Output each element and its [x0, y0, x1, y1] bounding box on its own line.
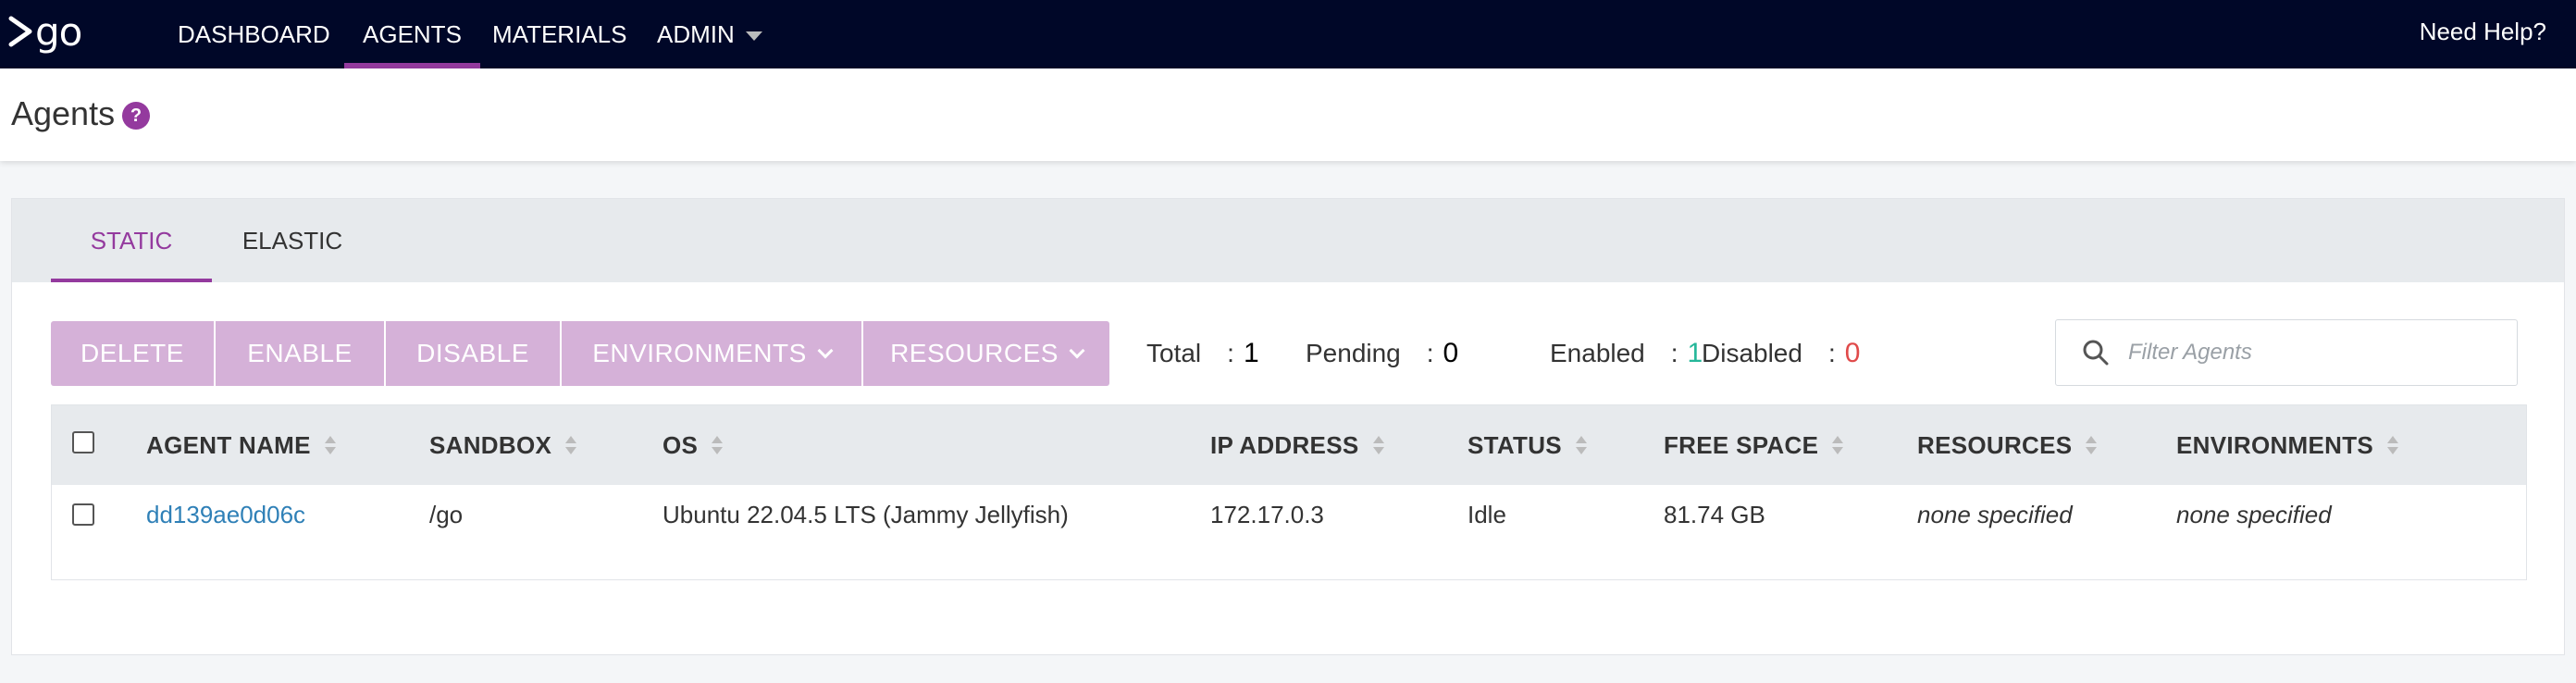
help-question-icon[interactable]: ? — [122, 102, 150, 130]
total-label: Total — [1146, 339, 1202, 367]
total-value: 1 — [1243, 338, 1259, 368]
play-logo-icon — [8, 16, 32, 47]
chevron-down-icon — [1069, 342, 1085, 359]
pending-separator: : — [1426, 339, 1434, 367]
enabled-separator: : — [1670, 339, 1678, 367]
table-header: AGENT NAME SANDBOX OS IP ADDRESS STATUS … — [52, 405, 2526, 485]
environments-button-label: ENVIRONMENTS — [592, 339, 807, 367]
nav-materials-label: MATERIALS — [492, 19, 627, 48]
environments-cell: none specified — [2176, 500, 2332, 528]
os-cell: Ubuntu 22.04.5 LTS (Jammy Jellyfish) — [663, 500, 1069, 528]
resources-dropdown-button[interactable]: RESOURCES — [863, 321, 1109, 386]
filter-agents-input[interactable] — [2128, 329, 2498, 376]
disabled-separator: : — [1827, 339, 1836, 367]
resources-cell: none specified — [1917, 500, 2073, 528]
page-title: Agents — [11, 94, 116, 132]
row-select-checkbox[interactable] — [72, 503, 94, 526]
tab-bar: STATIC ELASTIC — [12, 199, 2564, 282]
enabled-count: Enabled : 1 — [1550, 321, 1703, 386]
tab-elastic-label: ELASTIC — [242, 226, 343, 255]
nav-materials[interactable]: MATERIALS — [492, 0, 626, 68]
chevron-down-icon — [817, 342, 834, 359]
caret-down-icon — [745, 31, 762, 41]
select-all-checkbox[interactable] — [72, 431, 94, 453]
free-space-cell: 81.74 GB — [1664, 500, 1765, 528]
disabled-value: 0 — [1844, 338, 1861, 368]
sort-icon — [1575, 436, 1587, 454]
col-agent-name[interactable]: AGENT NAME — [146, 405, 337, 485]
col-resources-label: RESOURCES — [1917, 430, 2073, 459]
col-environments[interactable]: ENVIRONMENTS — [2176, 405, 2399, 485]
nav-admin[interactable]: ADMIN — [657, 0, 762, 68]
nav-admin-label: ADMIN — [657, 19, 735, 48]
col-ip-address[interactable]: IP ADDRESS — [1210, 405, 1385, 485]
disabled-label: Disabled — [1702, 339, 1802, 367]
sort-icon — [2387, 436, 2399, 454]
tab-elastic[interactable]: ELASTIC — [223, 199, 362, 282]
total-count: Total : 1 — [1146, 321, 1259, 386]
enable-button[interactable]: ENABLE — [216, 321, 386, 386]
ip-address-cell: 172.17.0.3 — [1210, 500, 1324, 528]
table-row: dd139ae0d06c /go Ubuntu 22.04.5 LTS (Jam… — [52, 485, 2526, 581]
tab-static[interactable]: STATIC — [51, 199, 212, 282]
col-sandbox-label: SANDBOX — [429, 430, 552, 459]
col-environments-label: ENVIRONMENTS — [2176, 430, 2374, 459]
enabled-label: Enabled — [1550, 339, 1645, 367]
sandbox-cell: /go — [429, 500, 464, 528]
delete-button[interactable]: DELETE — [51, 321, 216, 386]
agents-table: AGENT NAME SANDBOX OS IP ADDRESS STATUS … — [51, 404, 2527, 580]
environments-dropdown-button[interactable]: ENVIRONMENTS — [562, 321, 863, 386]
sort-icon — [712, 436, 724, 454]
agent-action-buttons: DELETE ENABLE DISABLE ENVIRONMENTS RESOU… — [51, 321, 1109, 386]
col-os[interactable]: OS — [663, 405, 724, 485]
total-separator: : — [1227, 339, 1234, 367]
sort-icon — [1372, 436, 1384, 454]
resources-button-label: RESOURCES — [890, 339, 1059, 367]
tab-static-label: STATIC — [90, 226, 173, 255]
pending-label: Pending — [1306, 339, 1401, 367]
col-resources[interactable]: RESOURCES — [1917, 405, 2098, 485]
col-os-label: OS — [663, 430, 699, 459]
sort-icon — [2086, 436, 2098, 454]
disable-button[interactable]: DISABLE — [386, 321, 562, 386]
col-ip-address-label: IP ADDRESS — [1210, 430, 1359, 459]
pending-value: 0 — [1443, 338, 1459, 368]
agents-panel: STATIC ELASTIC DELETE ENABLE DISABLE ENV… — [11, 198, 2565, 655]
sort-icon — [324, 436, 336, 454]
col-free-space-label: FREE SPACE — [1664, 430, 1819, 459]
disabled-count: Disabled : 0 — [1702, 321, 1860, 386]
nav-agents-label: AGENTS — [363, 19, 462, 48]
agent-name-link[interactable]: dd139ae0d06c — [146, 485, 305, 544]
nav-agents[interactable]: AGENTS — [344, 0, 480, 68]
enabled-value: 1 — [1687, 338, 1703, 368]
col-status-label: STATUS — [1468, 430, 1562, 459]
sort-icon — [1832, 436, 1844, 454]
col-sandbox[interactable]: SANDBOX — [429, 405, 577, 485]
search-icon — [2083, 340, 2109, 366]
filter-agents-box — [2055, 319, 2518, 386]
need-help-link[interactable]: Need Help? — [2420, 0, 2546, 63]
page-header: Agents ? — [0, 68, 2576, 161]
top-nav: go DASHBOARD AGENTS MATERIALS ADMIN Need… — [0, 0, 2576, 68]
go-logo[interactable]: go — [7, 7, 89, 56]
pending-count: Pending : 0 — [1306, 321, 1458, 386]
status-cell: Idle — [1468, 500, 1506, 528]
nav-dashboard[interactable]: DASHBOARD — [178, 0, 330, 68]
col-agent-name-label: AGENT NAME — [146, 430, 311, 459]
nav-dashboard-label: DASHBOARD — [178, 19, 330, 48]
logo-text: go — [35, 8, 82, 55]
col-status[interactable]: STATUS — [1468, 405, 1588, 485]
col-free-space[interactable]: FREE SPACE — [1664, 405, 1844, 485]
sort-icon — [565, 436, 577, 454]
